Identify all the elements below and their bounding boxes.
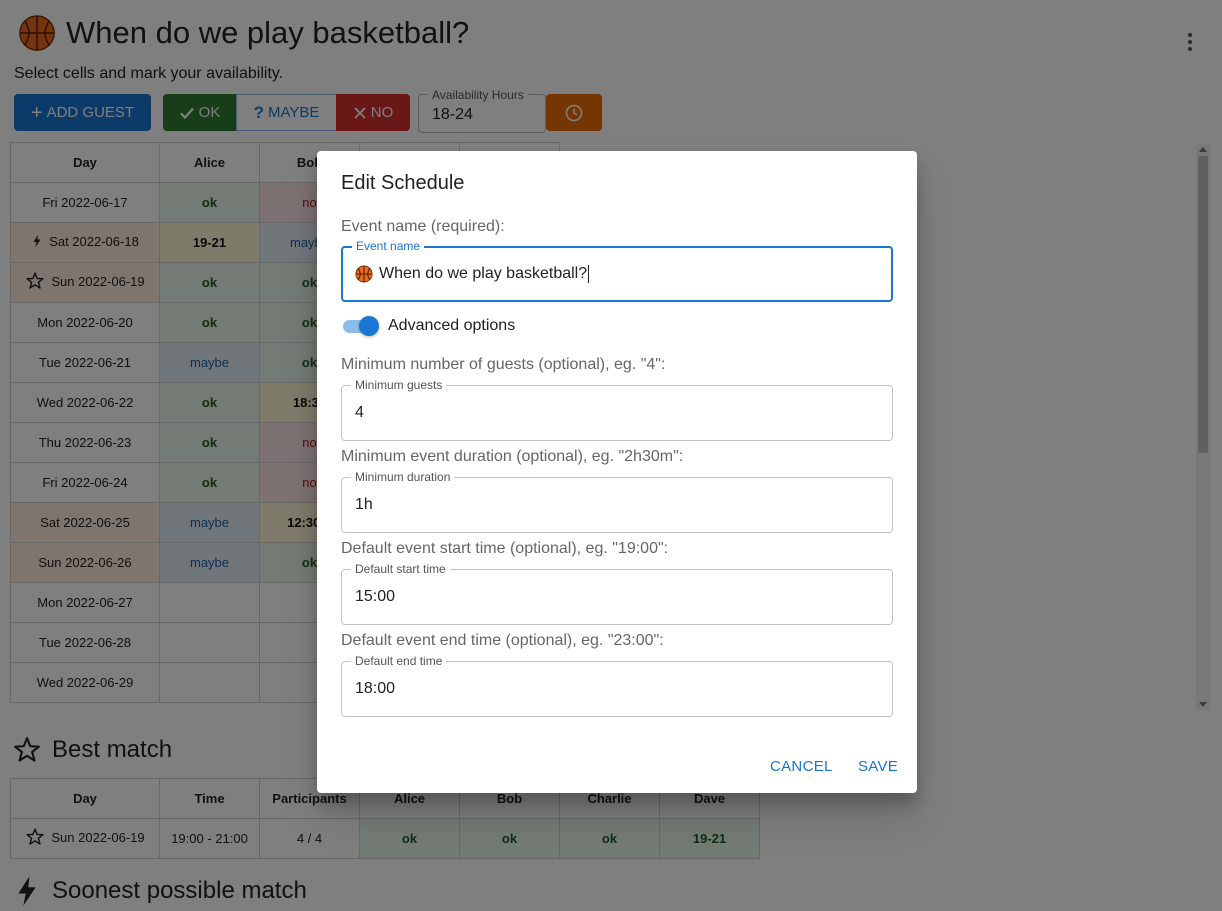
min-guests-input[interactable]: Minimum guests 4 — [341, 378, 893, 441]
min-duration-field-label: Minimum duration — [351, 470, 455, 484]
min-duration-input[interactable]: Minimum duration 1h — [341, 470, 893, 533]
end-time-input[interactable]: Default end time 18:00 — [341, 654, 893, 717]
min-guests-value: 4 — [355, 404, 364, 421]
cancel-button[interactable]: CANCEL — [770, 758, 833, 775]
start-time-input[interactable]: Default start time 15:00 — [341, 562, 893, 625]
end-time-description: Default event end time (optional), eg. "… — [341, 632, 664, 649]
min-guests-description: Minimum number of guests (optional), eg.… — [341, 356, 666, 373]
event-name-field-label: Event name — [352, 239, 425, 253]
event-name-input[interactable]: Event name When do we play basketball? — [341, 239, 893, 302]
start-time-description: Default event start time (optional), eg.… — [341, 540, 669, 557]
basketball-icon — [355, 265, 373, 283]
text-caret — [588, 265, 590, 283]
min-duration-value: 1h — [355, 496, 373, 513]
event-name-value: When do we play basketball? — [379, 265, 588, 282]
dialog-title: Edit Schedule — [341, 172, 465, 194]
end-time-value: 18:00 — [355, 680, 396, 697]
end-time-field-label: Default end time — [351, 654, 447, 668]
min-guests-field-label: Minimum guests — [351, 378, 447, 392]
start-time-field-label: Default start time — [351, 562, 450, 576]
save-button[interactable]: SAVE — [858, 758, 898, 775]
event-name-description: Event name (required): — [341, 218, 505, 235]
start-time-value: 15:00 — [355, 588, 396, 605]
min-duration-description: Minimum event duration (optional), eg. "… — [341, 448, 684, 465]
advanced-options-toggle[interactable] — [341, 315, 381, 337]
advanced-options-label: Advanced options — [388, 317, 516, 334]
edit-schedule-dialog: Edit Schedule Event name (required): Eve… — [317, 151, 917, 793]
